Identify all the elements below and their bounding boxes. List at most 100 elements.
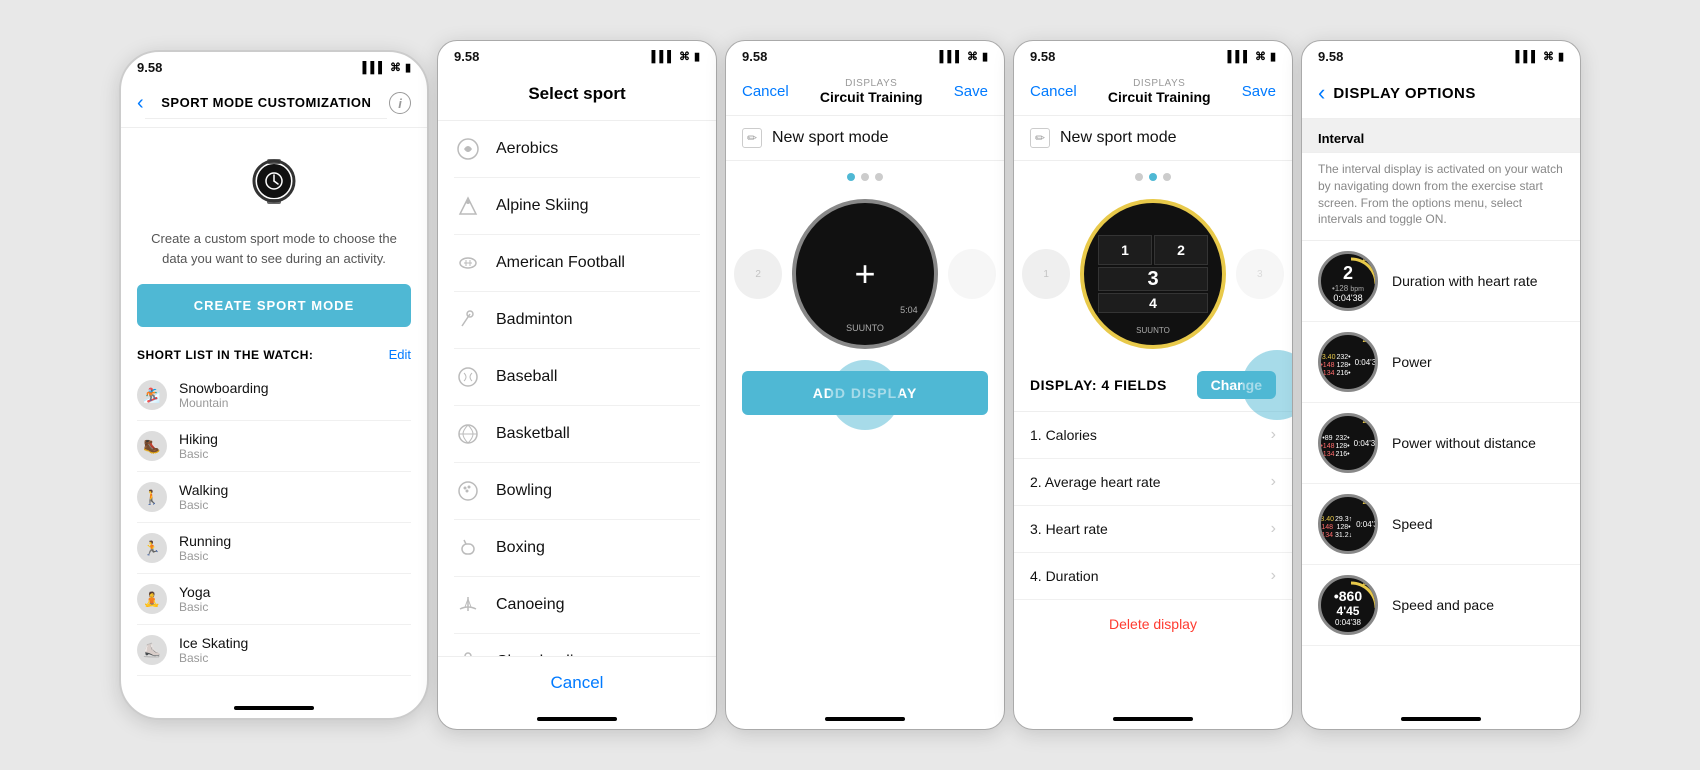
watch-main-3: + SUUNTO 5:04: [792, 199, 937, 349]
signal-icon-5: ▌▌▌: [1516, 51, 1539, 63]
option-item-power-no-dist[interactable]: 2/6 •89 232• •148 128• •134 216• 0:04'38…: [1302, 403, 1580, 484]
cancel-button-3[interactable]: Cancel: [742, 83, 789, 100]
dot-3-3: [875, 173, 883, 181]
change-ripple-4: [1242, 350, 1292, 420]
status-bar-3: 9.58 ▌▌▌ ⌘ ▮: [726, 41, 1004, 68]
home-indicator-4: [1014, 709, 1292, 729]
option-item-speed-pace[interactable]: 2/6 •860 4'45 0:04'38 Speed and pace: [1302, 565, 1580, 646]
home-bar-2: [537, 717, 617, 721]
save-button-3[interactable]: Save: [954, 83, 988, 100]
sport-item-basketball[interactable]: Basketball: [454, 406, 700, 463]
sport-item-alpine[interactable]: Alpine Skiing: [454, 178, 700, 235]
field-row-duration[interactable]: 4. Duration ›: [1014, 553, 1292, 600]
option-item-speed[interactable]: 2/6 •3.40 29.3↑ •148 128• •134 31.2↓ 0:0…: [1302, 484, 1580, 565]
watch-main-4: 1 2 3 4 SUUNTO: [1080, 199, 1225, 349]
cancel-button-4[interactable]: Cancel: [1030, 83, 1077, 100]
create-sport-mode-button[interactable]: CREATE SPORT MODE: [137, 284, 411, 327]
edit-link[interactable]: Edit: [389, 347, 411, 362]
field-row-avg-hr[interactable]: 2. Average heart rate ›: [1014, 459, 1292, 506]
display-options-header: ‹ DISPLAY OPTIONS: [1302, 68, 1580, 119]
field-chevron-duration: ›: [1271, 567, 1276, 585]
edit-icon-3: ✏: [742, 128, 762, 148]
phone-displays-add: 9.58 ▌▌▌ ⌘ ▮ Cancel DISPLAYS Circuit Tra…: [725, 40, 1005, 730]
sport-name-canoeing: Canoeing: [496, 596, 565, 614]
wifi-icon: ⌘: [390, 61, 401, 74]
sport-sub-yoga: Basic: [179, 600, 210, 614]
delete-display-button-4[interactable]: Delete display: [1014, 600, 1292, 648]
watch-side-left-4: 1: [1022, 249, 1070, 299]
displays-body-4: ✏ New sport mode 1 1 2: [1014, 116, 1292, 709]
plus-icon-3: +: [854, 253, 875, 295]
cancel-button-2[interactable]: Cancel: [551, 673, 604, 692]
wifi-icon-2: ⌘: [679, 50, 690, 63]
new-sport-row-4: ✏ New sport mode: [1014, 116, 1292, 161]
displays-center-3: DISPLAYS Circuit Training: [820, 78, 923, 105]
sport-item-aerobics[interactable]: Aerobics: [454, 121, 700, 178]
sport-item-boxing[interactable]: Boxing: [454, 520, 700, 577]
sport-icon-running: 🏃: [137, 533, 167, 563]
sport-item-baseball[interactable]: Baseball: [454, 349, 700, 406]
watch-thumb-power: 2/6 •3.40 232• •148 128• •134 216• 0:04'…: [1318, 332, 1378, 392]
display-info-label-4: DISPLAY: 4 FIELDS: [1030, 377, 1167, 393]
sport-sub-running: Basic: [179, 549, 231, 563]
home-bar-1: [234, 706, 314, 710]
displays-center-4: DISPLAYS Circuit Training: [1108, 78, 1211, 105]
sport-name-hiking: Hiking: [179, 431, 218, 447]
back-button-1[interactable]: ‹: [137, 92, 144, 115]
sport-name-iceskating: Ice Skating: [179, 635, 248, 651]
sport-name-yoga: Yoga: [179, 584, 210, 600]
status-bar-2: 9.58 ▌▌▌ ⌘ ▮: [438, 41, 716, 68]
sport-name-baseball: Baseball: [496, 368, 557, 386]
aerobics-icon: [454, 135, 482, 163]
cheerleading-icon: [454, 648, 482, 656]
battery-icon-3: ▮: [982, 50, 988, 63]
dot-2-4: [1149, 173, 1157, 181]
watch-thumb-speed: 2/6 •3.40 29.3↑ •148 128• •134 31.2↓ 0:0…: [1318, 494, 1378, 554]
sport-item-bowling[interactable]: Bowling: [454, 463, 700, 520]
phone-display-options: 9.58 ▌▌▌ ⌘ ▮ ‹ DISPLAY OPTIONS Interval …: [1301, 40, 1581, 730]
sport-sub-walking: Basic: [179, 498, 228, 512]
info-button-1[interactable]: i: [389, 92, 411, 114]
wifi-icon-4: ⌘: [1255, 50, 1266, 63]
status-icons-1: ▌▌▌ ⌘ ▮: [363, 61, 411, 74]
back-button-5[interactable]: ‹: [1318, 80, 1325, 106]
sport-name-american-football: American Football: [496, 254, 625, 272]
save-button-4[interactable]: Save: [1242, 83, 1276, 100]
sport-item-badminton[interactable]: Badminton: [454, 292, 700, 349]
status-icons-2: ▌▌▌ ⌘ ▮: [652, 50, 700, 63]
watch-thumb-speed-pace: 2/6 •860 4'45 0:04'38: [1318, 575, 1378, 635]
sport-icon-hiking: 🥾: [137, 431, 167, 461]
basketball-icon: [454, 420, 482, 448]
sport-icon-walking: 🚶: [137, 482, 167, 512]
select-sport-header: Select sport: [438, 68, 716, 121]
option-label-power: Power: [1392, 354, 1432, 370]
displays-sport-3: Circuit Training: [820, 89, 923, 105]
sport-name-basketball: Basketball: [496, 425, 570, 443]
sport-item-canoeing[interactable]: Canoeing: [454, 577, 700, 634]
sport-select-list[interactable]: Aerobics Alpine Skiing American Football…: [438, 121, 716, 656]
sport-item-american-football[interactable]: American Football: [454, 235, 700, 292]
option-label-duration-hr: Duration with heart rate: [1392, 273, 1538, 289]
battery-icon-5: ▮: [1558, 50, 1564, 63]
field-row-hr[interactable]: 3. Heart rate ›: [1014, 506, 1292, 553]
watch-display-area-3: 2 + SUUNTO 5:04: [726, 189, 1004, 359]
displays-header-3: Cancel DISPLAYS Circuit Training Save: [726, 68, 1004, 116]
sport-item-cheerleading[interactable]: Cheerleading: [454, 634, 700, 656]
home-indicator-2: [438, 709, 716, 729]
status-bar-5: 9.58 ▌▌▌ ⌘ ▮: [1302, 41, 1580, 68]
time-2: 9.58: [454, 49, 479, 64]
watch-thumb-duration-hr: 2/6 2 •128 bpm 0:04'38: [1318, 251, 1378, 311]
option-item-power[interactable]: 2/6 •3.40 232• •148 128• •134 216• 0:04'…: [1302, 322, 1580, 403]
sport-name-badminton: Badminton: [496, 311, 573, 329]
option-item-duration-hr[interactable]: 2/6 2 •128 bpm 0:04'38 Duration with hea…: [1302, 241, 1580, 322]
list-item: 🥾 Hiking Basic: [137, 421, 411, 472]
field-row-calories[interactable]: 1. Calories ›: [1014, 412, 1292, 459]
displays-header-4: Cancel DISPLAYS Circuit Training Save: [1014, 68, 1292, 116]
bowling-icon: [454, 477, 482, 505]
watch-thumb-power-no-dist: 2/6 •89 232• •148 128• •134 216• 0:04'38: [1318, 413, 1378, 473]
phone-sport-customization: 9.58 ▌▌▌ ⌘ ▮ ‹ SPORT MODE CUSTOMIZATION …: [119, 50, 429, 720]
sport-name-snowboarding: Snowboarding: [179, 380, 269, 396]
battery-icon-4: ▮: [1270, 50, 1276, 63]
home-bar-5: [1401, 717, 1481, 721]
watch-side-right-4: 3: [1236, 249, 1284, 299]
